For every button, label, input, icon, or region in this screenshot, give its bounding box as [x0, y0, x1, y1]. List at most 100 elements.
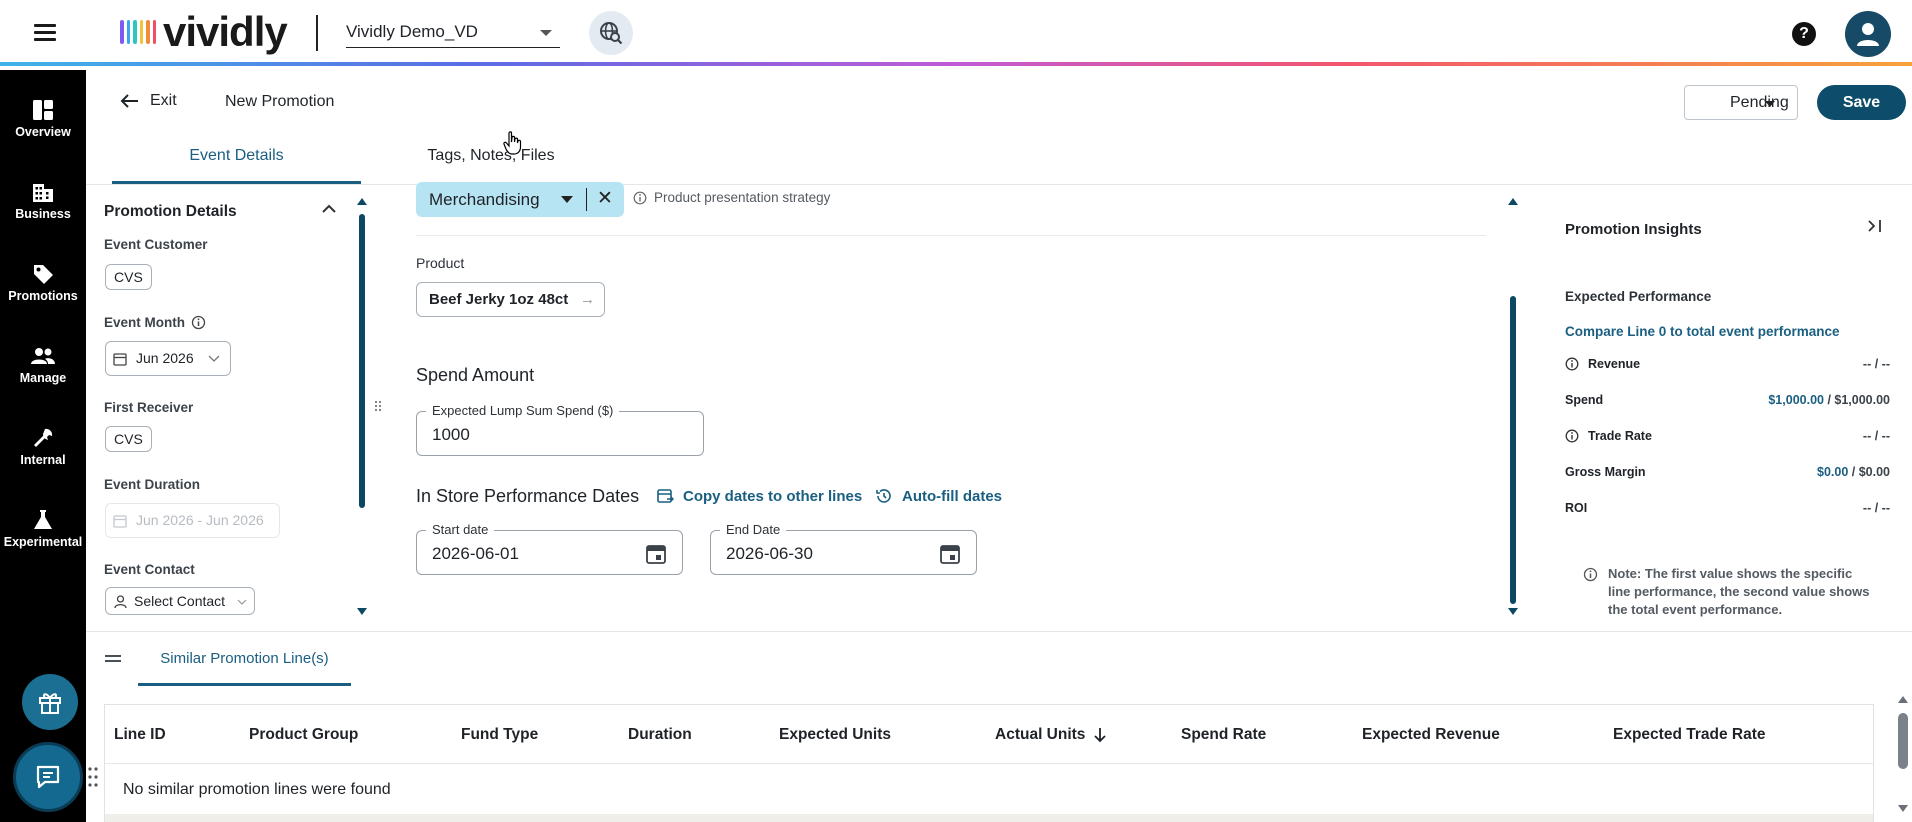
- tab-tags-notes-files[interactable]: Tags, Notes, Files: [401, 138, 581, 184]
- column-header-duration[interactable]: Duration: [628, 726, 692, 744]
- info-icon: [633, 191, 647, 204]
- logo-bar: [120, 20, 124, 44]
- status-select[interactable]: Pending: [1684, 85, 1798, 120]
- account-name: Vividly Demo_VD: [346, 22, 478, 41]
- end-date-label: End Date: [720, 522, 787, 537]
- column-header-label: Expected Trade Rate: [1613, 726, 1766, 743]
- arrow-left-icon: [120, 94, 138, 108]
- table-header-divider: [105, 763, 1873, 764]
- nav-item-internal[interactable]: Internal: [0, 426, 86, 496]
- column-header-label: Expected Revenue: [1362, 726, 1500, 743]
- nav-item-business[interactable]: Business: [0, 180, 86, 250]
- close-icon[interactable]: ✕: [597, 187, 613, 210]
- nav-item-promotions[interactable]: Promotions: [0, 262, 86, 332]
- auto-fill-dates-button[interactable]: Auto-fill dates: [875, 487, 1002, 505]
- chevron-down-icon: [208, 355, 220, 362]
- scroll-down-arrow[interactable]: [1508, 608, 1518, 615]
- tab-similar-promotion-lines[interactable]: Similar Promotion Line(s): [138, 650, 351, 686]
- column-header-expected-revenue[interactable]: Expected Revenue: [1362, 726, 1500, 744]
- user-menu-button[interactable]: [1845, 11, 1891, 57]
- scroll-up-arrow[interactable]: [357, 198, 367, 205]
- first-receiver-chip[interactable]: CVS: [105, 426, 152, 452]
- nav-item-overview[interactable]: Overview: [0, 98, 86, 168]
- globe-search-icon: [600, 22, 623, 45]
- start-date-input[interactable]: Start date 2026-06-01: [416, 522, 683, 575]
- column-header-label: Spend Rate: [1181, 726, 1267, 743]
- panel-resize-handle[interactable]: [373, 400, 383, 412]
- promotion-insights-panel: Promotion Insights Expected Performance …: [1565, 196, 1895, 617]
- building-icon: [33, 184, 53, 202]
- hamburger-icon[interactable]: [34, 24, 56, 42]
- end-date-input[interactable]: End Date 2026-06-30: [710, 522, 977, 575]
- insights-note-text: Note: The first value shows the specific…: [1608, 566, 1870, 617]
- account-select[interactable]: Vividly Demo_VD: [346, 18, 560, 48]
- lump-sum-spend-input[interactable]: Expected Lump Sum Spend ($) 1000: [416, 403, 704, 456]
- event-contact-select[interactable]: Select Contact: [105, 587, 255, 615]
- metric-value: -- / --: [1863, 357, 1890, 371]
- scroll-down-arrow[interactable]: [1898, 805, 1908, 812]
- drag-handle-icon[interactable]: [87, 766, 99, 788]
- nav-item-experimental[interactable]: Experimental: [0, 508, 86, 578]
- column-header-expected-trade-rate[interactable]: Expected Trade Rate: [1613, 726, 1765, 744]
- metric-label-text: Revenue: [1588, 357, 1641, 371]
- column-header-product-group[interactable]: Product Group: [249, 726, 358, 744]
- auto-fill-dates-label: Auto-fill dates: [902, 487, 1002, 505]
- metric-row-spend: Spend $1,000.00 / $1,000.00: [1565, 393, 1890, 413]
- event-customer-chip[interactable]: CVS: [105, 264, 152, 290]
- sort-descending-icon[interactable]: [1093, 727, 1107, 743]
- vividly-logo[interactable]: vividly: [120, 11, 288, 53]
- calendar-icon[interactable]: [939, 543, 961, 565]
- calendar-icon: [113, 515, 127, 528]
- gift-icon: [39, 693, 61, 714]
- form-scrollbar[interactable]: [1510, 296, 1516, 604]
- scrollbar-thumb[interactable]: [1898, 713, 1908, 769]
- copy-dates-button[interactable]: Copy dates to other lines: [656, 487, 862, 505]
- table-footer: [105, 814, 1873, 822]
- column-header-fund-type[interactable]: Fund Type: [461, 726, 538, 744]
- metric-separator: /: [1871, 429, 1882, 443]
- copy-dates-label: Copy dates to other lines: [683, 487, 863, 505]
- bottom-panel-drag-handle[interactable]: [105, 655, 121, 663]
- person-icon: [114, 595, 127, 609]
- save-button[interactable]: Save: [1817, 85, 1906, 120]
- metric-label: Gross Margin: [1565, 465, 1646, 479]
- nav-item-manage[interactable]: Manage: [0, 344, 86, 414]
- chat-button[interactable]: [13, 742, 83, 812]
- globe-search-button[interactable]: [589, 11, 633, 55]
- gift-button[interactable]: [22, 674, 78, 730]
- scroll-up-arrow[interactable]: [1898, 696, 1908, 703]
- product-chip[interactable]: Beef Jerky 1oz 48ct →: [416, 282, 605, 317]
- column-header-spend-rate[interactable]: Spend Rate: [1181, 726, 1266, 744]
- table-scrollbar[interactable]: [1898, 696, 1908, 822]
- metric-total-value: $0.00: [1858, 465, 1890, 479]
- scroll-up-arrow[interactable]: [1508, 198, 1518, 205]
- tabs-divider: [86, 184, 1912, 185]
- column-header-actual-units[interactable]: Actual Units: [995, 726, 1107, 744]
- event-month-select[interactable]: Jun 2026: [105, 341, 231, 376]
- fund-type-chip[interactable]: Merchandising ✕: [416, 182, 624, 217]
- chevron-down-icon[interactable]: [561, 196, 573, 203]
- info-icon[interactable]: [1565, 429, 1579, 443]
- chevron-up-icon[interactable]: [322, 204, 336, 214]
- info-icon[interactable]: [191, 315, 206, 330]
- column-header-line-id[interactable]: Line ID: [114, 726, 166, 744]
- arrow-right-icon: →: [580, 291, 595, 308]
- tab-event-details[interactable]: Event Details: [112, 138, 361, 184]
- column-header-label: Fund Type: [461, 726, 539, 743]
- logo-bar: [152, 20, 156, 44]
- calendar-icon[interactable]: [645, 543, 667, 565]
- exit-label: Exit: [150, 92, 177, 109]
- details-scrollbar[interactable]: [359, 214, 365, 508]
- metric-total-value: --: [1881, 501, 1890, 515]
- info-icon[interactable]: [1565, 357, 1579, 371]
- start-date-value: 2026-06-01: [432, 544, 519, 563]
- collapse-panel-icon[interactable]: [1866, 218, 1884, 239]
- promotion-details-title: Promotion Details: [104, 203, 237, 220]
- exit-button[interactable]: Exit: [120, 92, 177, 110]
- page-title: New Promotion: [225, 93, 335, 110]
- help-icon[interactable]: ?: [1792, 22, 1816, 46]
- calendar-copy-icon: [657, 489, 674, 503]
- column-header-expected-units[interactable]: Expected Units: [779, 726, 891, 744]
- event-month-value: Jun 2026: [136, 350, 194, 366]
- scroll-down-arrow[interactable]: [357, 608, 367, 615]
